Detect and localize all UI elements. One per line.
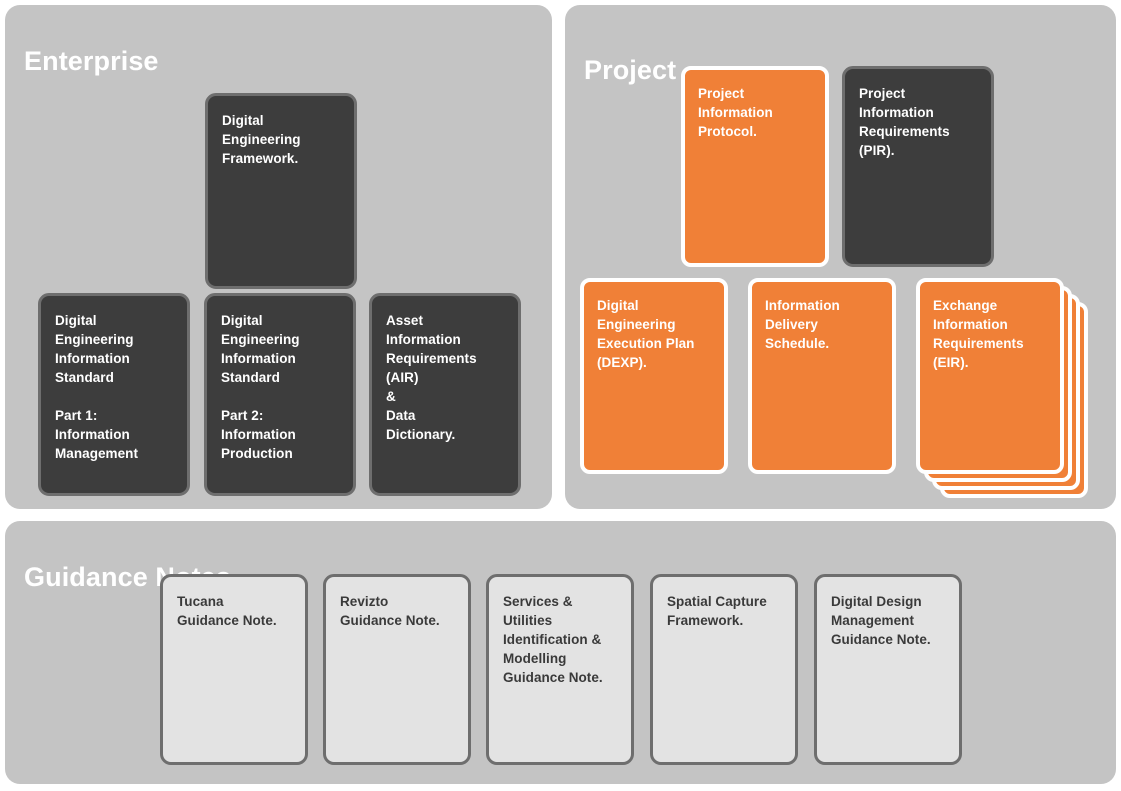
card-deis-part-1-label: Digital Engineering Information Standard… <box>55 313 139 461</box>
card-asset-information-requirements[interactable]: Asset Information Requirements (AIR) & D… <box>369 293 521 496</box>
guidance-notes-panel: Guidance Notes Tucana Guidance Note. Rev… <box>5 521 1116 784</box>
card-deis-part-2[interactable]: Digital Engineering Information Standard… <box>204 293 356 496</box>
project-panel-title: Project <box>584 55 677 86</box>
card-deis-part-2-label: Digital Engineering Information Standard… <box>221 313 300 461</box>
card-project-information-protocol-label: Project Information Protocol. <box>698 86 773 139</box>
card-information-delivery-schedule-label: Information Delivery Schedule. <box>765 298 840 351</box>
card-revizto-guidance-note[interactable]: Revizto Guidance Note. <box>323 574 471 765</box>
card-project-information-requirements[interactable]: Project Information Requirements (PIR). <box>842 66 994 267</box>
card-exchange-information-requirements[interactable]: Exchange Information Requirements (EIR). <box>916 278 1064 474</box>
card-digital-design-management-guidance-note[interactable]: Digital Design Management Guidance Note. <box>814 574 962 765</box>
card-asset-information-requirements-label: Asset Information Requirements (AIR) & D… <box>386 313 477 442</box>
card-digital-engineering-framework-label: Digital Engineering Framework. <box>222 113 301 166</box>
card-digital-engineering-execution-plan[interactable]: Digital Engineering Execution Plan (DEXP… <box>580 278 728 474</box>
enterprise-panel-title: Enterprise <box>24 46 159 77</box>
card-project-information-protocol[interactable]: Project Information Protocol. <box>681 66 829 267</box>
card-services-utilities-identification-modelling-guidance-note[interactable]: Services & Utilities Identification & Mo… <box>486 574 634 765</box>
card-spatial-capture-framework[interactable]: Spatial Capture Framework. <box>650 574 798 765</box>
card-digital-engineering-execution-plan-label: Digital Engineering Execution Plan (DEXP… <box>597 298 695 370</box>
card-project-information-requirements-label: Project Information Requirements (PIR). <box>859 86 950 158</box>
card-stack-exchange-information-requirements: Exchange Information Requirements (EIR). <box>916 278 1096 503</box>
card-tucana-guidance-note[interactable]: Tucana Guidance Note. <box>160 574 308 765</box>
card-information-delivery-schedule[interactable]: Information Delivery Schedule. <box>748 278 896 474</box>
card-digital-design-management-guidance-note-label: Digital Design Management Guidance Note. <box>831 594 931 647</box>
card-spatial-capture-framework-label: Spatial Capture Framework. <box>667 594 767 628</box>
card-revizto-guidance-note-label: Revizto Guidance Note. <box>340 594 440 628</box>
card-exchange-information-requirements-label: Exchange Information Requirements (EIR). <box>933 298 1024 370</box>
diagram-canvas: Enterprise Digital Engineering Framework… <box>0 0 1121 791</box>
card-tucana-guidance-note-label: Tucana Guidance Note. <box>177 594 277 628</box>
card-deis-part-1[interactable]: Digital Engineering Information Standard… <box>38 293 190 496</box>
card-digital-engineering-framework[interactable]: Digital Engineering Framework. <box>205 93 357 289</box>
card-services-utilities-identification-modelling-guidance-note-label: Services & Utilities Identification & Mo… <box>503 594 603 685</box>
enterprise-panel: Enterprise Digital Engineering Framework… <box>5 5 552 509</box>
project-panel: Project Project Information Protocol. Pr… <box>565 5 1116 509</box>
